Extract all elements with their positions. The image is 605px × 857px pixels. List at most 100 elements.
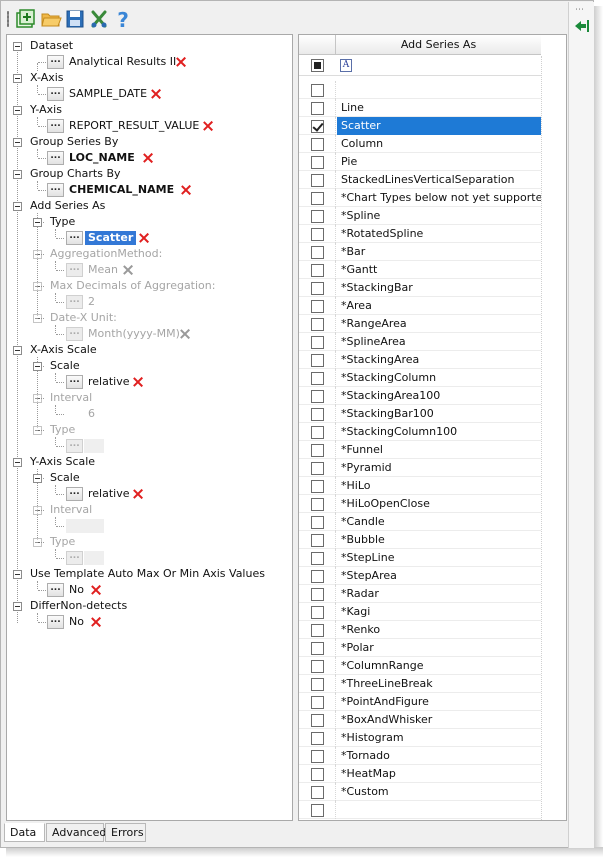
row-checkbox[interactable] xyxy=(311,426,324,439)
node-type[interactable]: Type xyxy=(50,215,75,229)
row-checkbox[interactable] xyxy=(311,246,324,259)
row-checkbox[interactable] xyxy=(311,264,324,277)
row-checkbox[interactable] xyxy=(311,624,324,637)
row-checkbox[interactable] xyxy=(311,660,324,673)
node-xaxis-scale[interactable]: X-Axis Scale xyxy=(30,343,97,357)
select-all-checkbox[interactable] xyxy=(311,59,324,72)
row-chart-type[interactable]: *PointAndFigure xyxy=(337,693,541,711)
row-checkbox[interactable] xyxy=(311,732,324,745)
row-checkbox[interactable] xyxy=(311,120,324,133)
grid-row[interactable]: *StepLine xyxy=(299,549,541,567)
row-checkbox[interactable] xyxy=(311,408,324,421)
grid-row[interactable]: *BoxAndWhisker xyxy=(299,711,541,729)
grid-row[interactable]: *Renko xyxy=(299,621,541,639)
grid-row[interactable]: Scatter xyxy=(299,117,541,135)
dock-grip[interactable]: ⋯ xyxy=(575,5,585,15)
y-scale-remove-icon[interactable] xyxy=(133,489,143,499)
template-edit-button[interactable]: ... xyxy=(47,583,64,597)
row-chart-type[interactable]: *Bubble xyxy=(337,531,541,549)
template-remove-icon[interactable] xyxy=(91,585,101,595)
row-checkbox[interactable] xyxy=(311,552,324,565)
type-value[interactable]: Scatter xyxy=(85,231,137,245)
row-checkbox[interactable] xyxy=(311,372,324,385)
row-checkbox[interactable] xyxy=(311,390,324,403)
row-checkbox[interactable] xyxy=(311,804,324,817)
grid-row[interactable]: *Polar xyxy=(299,639,541,657)
row-checkbox[interactable] xyxy=(311,678,324,691)
x-scale-edit-button[interactable]: ... xyxy=(66,375,83,389)
xaxis-remove-icon[interactable] xyxy=(151,89,161,99)
row-chart-type[interactable]: Line xyxy=(337,99,541,117)
expander-group-charts[interactable] xyxy=(13,170,22,179)
node-y-scale[interactable]: Scale xyxy=(50,471,80,485)
row-checkbox[interactable] xyxy=(311,696,324,709)
tab-data[interactable]: Data xyxy=(4,823,45,842)
row-chart-type[interactable]: *Polar xyxy=(337,639,541,657)
grid-row[interactable]: *Candle xyxy=(299,513,541,531)
grid-row[interactable]: *HiLo xyxy=(299,477,541,495)
row-checkbox[interactable] xyxy=(311,480,324,493)
row-chart-type[interactable]: Scatter xyxy=(337,117,541,135)
type-edit-button[interactable]: ... xyxy=(66,231,83,245)
row-checkbox[interactable] xyxy=(311,498,324,511)
grid-row[interactable]: *Custom xyxy=(299,783,541,801)
toolbar-grip[interactable] xyxy=(7,11,9,27)
expander-xaxis-scale[interactable] xyxy=(13,346,22,355)
node-group-series[interactable]: Group Series By xyxy=(30,135,118,149)
xaxis-edit-button[interactable]: ... xyxy=(47,87,64,101)
row-checkbox[interactable] xyxy=(311,444,324,457)
row-chart-type[interactable] xyxy=(337,81,541,99)
grid-row[interactable] xyxy=(299,801,541,819)
column-header-add-series[interactable]: Add Series As xyxy=(336,38,541,51)
grid-row[interactable]: *Tornado xyxy=(299,747,541,765)
grid-row[interactable]: *Funnel xyxy=(299,441,541,459)
row-checkbox[interactable] xyxy=(311,300,324,313)
expander-y-scale[interactable] xyxy=(33,474,42,483)
text-filter-icon[interactable]: A xyxy=(340,59,352,72)
grid-row[interactable]: *Kagi xyxy=(299,603,541,621)
row-checkbox[interactable] xyxy=(311,282,324,295)
grid-row[interactable]: *Spline xyxy=(299,207,541,225)
row-chart-type[interactable]: *StackingArea xyxy=(337,351,541,369)
row-chart-type[interactable]: *Area xyxy=(337,297,541,315)
row-chart-type[interactable]: *Radar xyxy=(337,585,541,603)
row-checkbox[interactable] xyxy=(311,714,324,727)
grid-row[interactable]: *ThreeLineBreak xyxy=(299,675,541,693)
group-charts-edit-button[interactable]: ... xyxy=(47,183,64,197)
grid-row[interactable]: *StackingArea xyxy=(299,351,541,369)
grid-row[interactable]: *HeatMap xyxy=(299,765,541,783)
node-group-charts[interactable]: Group Charts By xyxy=(30,167,121,181)
row-chart-type[interactable]: *Tornado xyxy=(337,747,541,765)
grid-row[interactable]: *Bar xyxy=(299,243,541,261)
yaxis-edit-button[interactable]: ... xyxy=(47,119,64,133)
row-checkbox[interactable] xyxy=(311,318,324,331)
node-add-series[interactable]: Add Series As xyxy=(30,199,105,213)
row-checkbox[interactable] xyxy=(311,588,324,601)
grid-row[interactable]: *Chart Types below not yet supported. xyxy=(299,189,541,207)
node-dataset[interactable]: Dataset xyxy=(30,39,73,53)
row-checkbox[interactable] xyxy=(311,102,324,115)
expander-add-series[interactable] xyxy=(13,202,22,211)
row-checkbox[interactable] xyxy=(311,786,324,799)
y-scale-edit-button[interactable]: ... xyxy=(66,487,83,501)
dataset-edit-button[interactable]: ... xyxy=(47,55,64,69)
grid-row[interactable]: *RotatedSpline xyxy=(299,225,541,243)
row-chart-type[interactable]: *StepLine xyxy=(337,549,541,567)
row-chart-type[interactable]: *SplineArea xyxy=(337,333,541,351)
yaxis-remove-icon[interactable] xyxy=(203,121,213,131)
row-chart-type[interactable]: *Custom xyxy=(337,783,541,801)
grid-row[interactable]: *Area xyxy=(299,297,541,315)
row-chart-type[interactable]: *Candle xyxy=(337,513,541,531)
grid-row[interactable]: *StackingColumn xyxy=(299,369,541,387)
row-chart-type[interactable]: *RotatedSpline xyxy=(337,225,541,243)
row-chart-type[interactable]: *StackingBar100 xyxy=(337,405,541,423)
row-chart-type[interactable]: Pie xyxy=(337,153,541,171)
node-xaxis[interactable]: X-Axis xyxy=(30,71,64,85)
dataset-remove-icon[interactable] xyxy=(176,57,186,67)
row-checkbox[interactable] xyxy=(311,516,324,529)
expander-template[interactable] xyxy=(13,570,22,579)
row-checkbox[interactable] xyxy=(311,174,324,187)
row-chart-type[interactable]: *ThreeLineBreak xyxy=(337,675,541,693)
grid-row[interactable]: Line xyxy=(299,99,541,117)
collapse-arrow-icon[interactable] xyxy=(574,19,590,33)
